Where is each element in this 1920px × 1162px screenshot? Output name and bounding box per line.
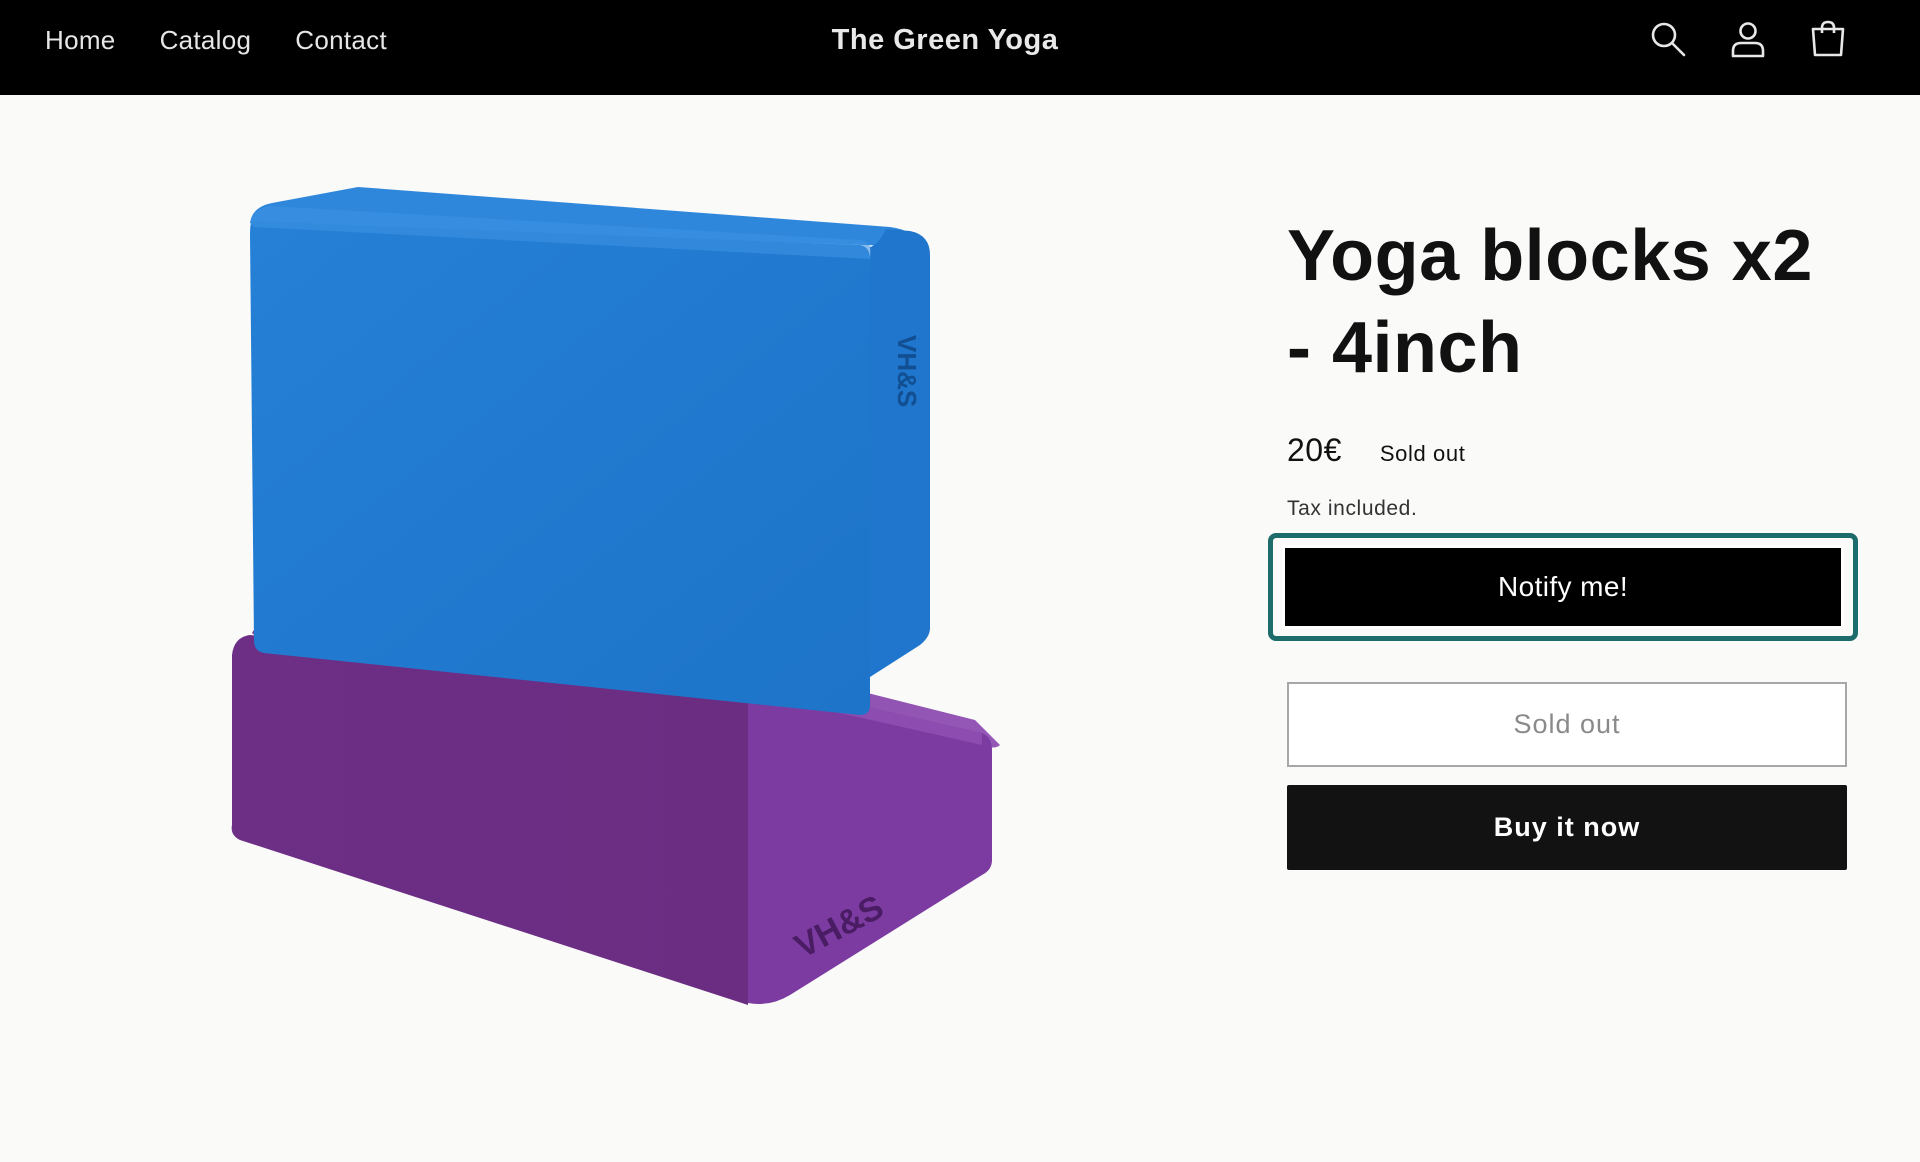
- blue-yoga-block: VH&S: [250, 187, 930, 715]
- nav-catalog-link[interactable]: Catalog: [160, 25, 252, 56]
- product-title-line1: Yoga blocks x2: [1287, 216, 1813, 296]
- account-icon: [1731, 22, 1765, 58]
- cart-icon: [1811, 20, 1845, 57]
- account-button[interactable]: [1728, 18, 1768, 60]
- sold-out-button[interactable]: Sold out: [1287, 682, 1847, 767]
- tax-note: Tax included.: [1287, 497, 1418, 520]
- nav-home-link[interactable]: Home: [45, 25, 116, 56]
- main-nav: Home Catalog Contact: [45, 0, 431, 80]
- header-icons: [1648, 18, 1848, 60]
- product-image[interactable]: VH&S VH&S: [230, 185, 1020, 1015]
- blue-block-logo: VH&S: [892, 335, 922, 407]
- product-title: Yoga blocks x2 - 4inch: [1287, 210, 1847, 394]
- sold-out-badge: Sold out: [1379, 441, 1466, 466]
- product-price: 20€: [1287, 432, 1342, 468]
- notify-me-button[interactable]: Notify me!: [1282, 545, 1844, 629]
- cart-button[interactable]: [1808, 18, 1848, 60]
- price-row: 20€ Sold out: [1287, 432, 1847, 469]
- nav-contact-link[interactable]: Contact: [295, 25, 387, 56]
- site-header: Home Catalog Contact The Green Yoga: [0, 0, 1920, 95]
- buy-it-now-button[interactable]: Buy it now: [1287, 785, 1847, 870]
- product-info: Yoga blocks x2 - 4inch 20€ Sold out Tax …: [1287, 210, 1847, 521]
- product-title-line2: - 4inch: [1287, 308, 1523, 388]
- search-icon: [1651, 22, 1686, 57]
- search-button[interactable]: [1648, 18, 1688, 60]
